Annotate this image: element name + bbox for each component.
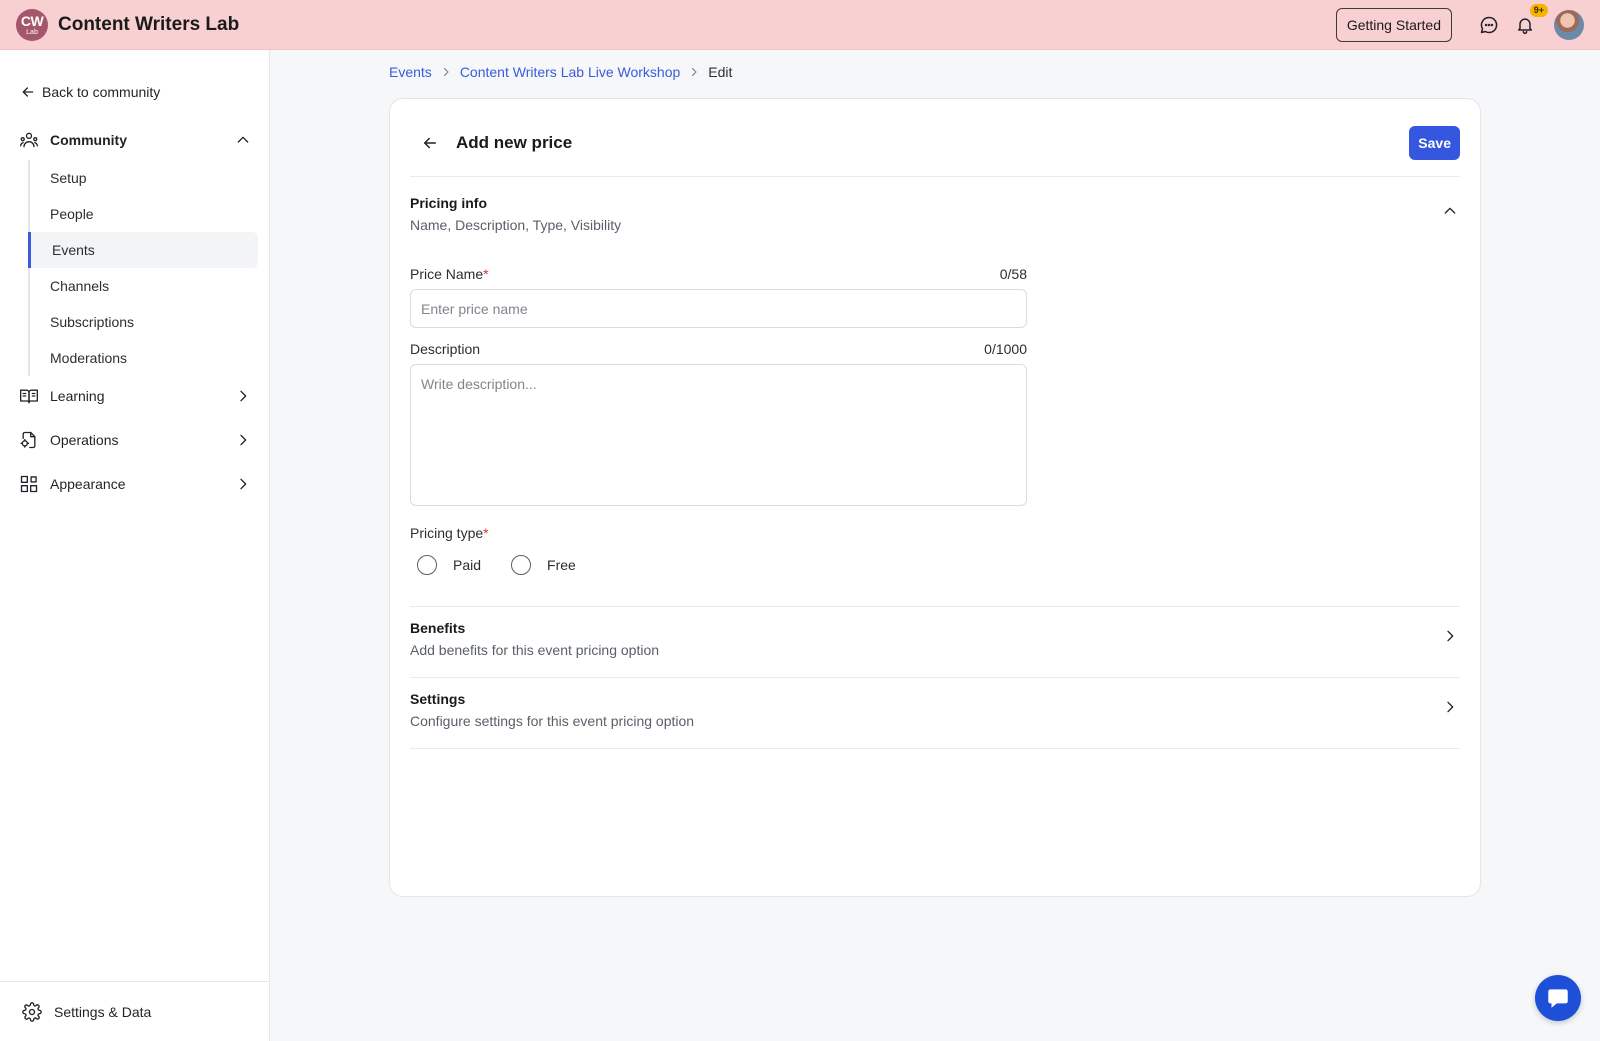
widgets-icon <box>18 473 40 495</box>
page-title: Add new price <box>456 133 573 152</box>
radio-free[interactable] <box>511 555 532 575</box>
price-name-char-count: 0/58 <box>999 266 1027 282</box>
document-settings-icon <box>18 429 40 451</box>
save-button[interactable]: Save <box>1409 126 1460 160</box>
breadcrumb: Events Content Writers Lab Live Workshop… <box>389 64 732 80</box>
divider <box>410 677 1460 678</box>
divider <box>410 748 1460 749</box>
required-mark: * <box>483 525 489 541</box>
chevron-right-icon <box>234 475 252 493</box>
pricing-info-title: Pricing info <box>410 195 487 211</box>
sidebar-item-subscriptions[interactable]: Subscriptions <box>28 304 258 340</box>
price-name-input[interactable] <box>410 289 1027 328</box>
sidebar-group-label: Appearance <box>50 476 126 492</box>
app-logo[interactable]: CW Lab <box>16 8 48 41</box>
benefits-subtitle: Add benefits for this event pricing opti… <box>410 642 660 658</box>
back-arrow-icon[interactable] <box>416 129 444 157</box>
sidebar-group-community[interactable]: Community <box>18 129 252 151</box>
chevron-right-icon <box>234 387 252 405</box>
community-sub-list: Setup People Events Channels Subscriptio… <box>28 160 258 376</box>
breadcrumb-current: Edit <box>708 64 733 80</box>
pricing-info-section-header[interactable]: Pricing info Name, Description, Type, Vi… <box>410 195 1460 233</box>
sidebar-item-setup[interactable]: Setup <box>28 160 258 196</box>
benefits-title: Benefits <box>410 620 466 636</box>
radio-paid[interactable] <box>417 555 437 575</box>
description-char-count: 0/1000 <box>984 341 1027 357</box>
settings-and-data-link[interactable]: Settings & Data <box>0 981 269 1041</box>
radio-paid-label[interactable]: Paid <box>453 557 481 573</box>
benefits-section-header[interactable]: Benefits Add benefits for this event pri… <box>410 620 1460 658</box>
sidebar-group-appearance[interactable]: Appearance <box>18 473 252 495</box>
divider <box>410 176 1460 177</box>
user-avatar[interactable] <box>1554 9 1584 40</box>
chevron-up-icon <box>234 131 252 149</box>
card-header: Add new price Save <box>410 125 1460 161</box>
chevron-right-icon <box>440 66 452 78</box>
sidebar-group-label: Learning <box>50 388 105 404</box>
sidebar-item-events[interactable]: Events <box>28 232 258 268</box>
bell-icon[interactable]: 9+ <box>1514 3 1548 36</box>
price-name-label-row: Price Name * 0/58 <box>410 266 1027 282</box>
breadcrumb-events[interactable]: Events <box>389 64 432 80</box>
settings-subtitle: Configure settings for this event pricin… <box>410 713 695 729</box>
chat-icon <box>1548 989 1568 1008</box>
sidebar-group-operations[interactable]: Operations <box>18 429 252 451</box>
chevron-right-icon[interactable] <box>1440 697 1460 717</box>
notification-badge: 9+ <box>1529 3 1548 17</box>
required-mark: * <box>483 266 489 282</box>
support-chat-button[interactable] <box>1535 975 1581 1021</box>
arrow-left-icon <box>22 87 34 97</box>
gear-icon <box>22 1001 42 1022</box>
sidebar-item-channels[interactable]: Channels <box>28 268 258 304</box>
pricing-type-label-row: Pricing type * <box>410 525 1027 541</box>
settings-section-header[interactable]: Settings Configure settings for this eve… <box>410 691 1460 729</box>
chevron-right-icon <box>234 431 252 449</box>
chevron-up-icon[interactable] <box>1440 201 1460 221</box>
description-textarea[interactable] <box>410 364 1027 506</box>
topbar-actions: Getting Started 9+ <box>1335 3 1584 42</box>
getting-started-button[interactable]: Getting Started <box>1335 7 1452 42</box>
add-price-card: Add new price Save Pricing info Name, De… <box>389 98 1481 897</box>
pricing-type-label: Pricing type <box>410 525 484 541</box>
sidebar-item-moderations[interactable]: Moderations <box>28 340 258 376</box>
description-label: Description <box>410 341 481 357</box>
chat-bubble-icon[interactable] <box>1478 14 1500 36</box>
book-open-icon <box>18 385 40 407</box>
sidebar: Back to community Community Setup People… <box>0 50 270 1041</box>
back-to-community-link[interactable]: Back to community <box>20 84 160 100</box>
chevron-right-icon[interactable] <box>1440 626 1460 646</box>
chevron-right-icon <box>688 66 700 78</box>
description-label-row: Description 0/1000 <box>410 341 1027 357</box>
price-name-label: Price Name <box>410 266 484 282</box>
settings-title: Settings <box>410 691 466 707</box>
back-to-community-label: Back to community <box>42 84 161 100</box>
app-title[interactable]: Content Writers Lab <box>58 14 239 36</box>
sidebar-group-label: Operations <box>50 432 119 448</box>
pricing-type-options: Paid Free <box>417 555 606 575</box>
settings-and-data-label: Settings & Data <box>54 1003 152 1020</box>
sidebar-group-label: Community <box>50 132 127 148</box>
pricing-info-subtitle: Name, Description, Type, Visibility <box>410 217 622 233</box>
community-icon <box>18 129 40 151</box>
sidebar-item-people[interactable]: People <box>28 196 258 232</box>
radio-free-label[interactable]: Free <box>547 557 576 573</box>
top-bar: CW Lab Content Writers Lab Getting Start… <box>0 0 1600 50</box>
sidebar-group-learning[interactable]: Learning <box>18 385 252 407</box>
breadcrumb-event[interactable]: Content Writers Lab Live Workshop <box>460 64 680 80</box>
divider <box>410 606 1460 607</box>
